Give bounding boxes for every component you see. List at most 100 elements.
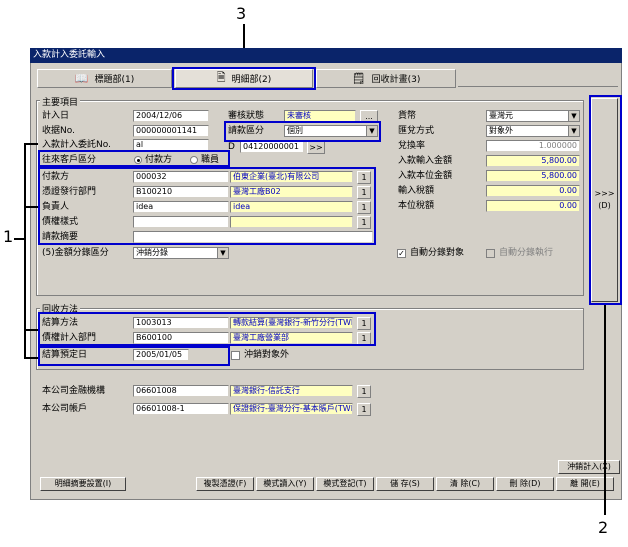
tab-collection-plan-label: 回收計畫(3) — [371, 75, 421, 85]
issuing-dept-name-field: 臺灣工廠B02 — [230, 186, 353, 198]
offset-exclude-label: 沖銷對象外 — [244, 350, 290, 360]
billing-type-label: 請款區分 — [228, 126, 265, 136]
settle-method-code-field[interactable]: 1003013 — [133, 317, 229, 329]
note-field[interactable] — [133, 231, 373, 243]
fx-method-label: 匯兌方式 — [398, 126, 435, 136]
d-code-label: D — [228, 142, 235, 152]
auto-split-exec-checkbox[interactable] — [486, 249, 495, 258]
currency-select[interactable]: 臺灣元 ▼ — [486, 110, 580, 122]
detail-settings-button[interactable]: 明細摘要設置(I) — [40, 477, 126, 491]
settle-method-lookup-button[interactable]: 1 — [357, 317, 371, 330]
main-items-label: 主要項目 — [40, 95, 81, 108]
callout-2: 2 — [598, 518, 609, 537]
claim-dept-name-field: 臺灣工廠營業部 — [230, 332, 353, 344]
radio-payer-label: 付款方 — [145, 155, 173, 165]
fx-rate-field: 1.000000 — [486, 140, 580, 152]
billing-type-select[interactable]: 個別 ▼ — [284, 125, 378, 137]
callout-1-tick-top — [24, 143, 38, 145]
note-label: 請款摘要 — [42, 232, 79, 242]
d-code-button[interactable]: >> — [307, 141, 325, 154]
person-label: 負責人 — [42, 202, 70, 212]
note-icon: 🗒 — [351, 72, 366, 85]
chevron-down-icon: ▼ — [568, 126, 579, 136]
bank-inst-lookup-button[interactable]: 1 — [357, 385, 371, 398]
collection-label: 回收方法 — [40, 302, 81, 315]
side-expand-button[interactable]: >>> (D) — [591, 98, 618, 302]
person-code-field[interactable]: idea — [133, 201, 229, 213]
claim-pattern-label: 債權樣式 — [42, 217, 79, 227]
claim-dept-label: 債權計入部門 — [42, 333, 97, 343]
local-amount-field: 5,800.00 — [486, 170, 580, 182]
tab-detail[interactable]: 🗎 明細部(2) — [175, 69, 313, 88]
tab-strip-rest — [458, 86, 618, 87]
claim-dept-lookup-button[interactable]: 1 — [357, 332, 371, 345]
input-tax-label: 輸入稅額 — [398, 186, 435, 196]
callout-1-bracket — [24, 143, 26, 359]
review-status-field: 未審核 — [284, 110, 356, 122]
commission-no-label: 入款計入委託No. — [42, 140, 111, 150]
currency-value: 臺灣元 — [489, 111, 513, 120]
issuing-dept-code-field[interactable]: B100210 — [133, 186, 229, 198]
chevron-down-icon: ▼ — [217, 248, 228, 258]
claim-dept-code-field[interactable]: B600100 — [133, 332, 229, 344]
claim-pattern-code-field[interactable] — [133, 216, 229, 228]
tab-detail-label: 明細部(2) — [231, 75, 272, 85]
fx-method-select[interactable]: 對象外 ▼ — [486, 125, 580, 137]
entry-date-field[interactable]: 2004/12/06 — [133, 110, 209, 122]
settle-date-label: 結算預定日 — [42, 350, 88, 360]
settle-date-field[interactable]: 2005/01/05 — [133, 349, 189, 361]
issuing-dept-label: 憑證發行部門 — [42, 187, 97, 197]
chevron-down-icon: ▼ — [568, 111, 579, 121]
template-load-button[interactable]: 模式讀入(Y) — [256, 477, 314, 491]
radio-payer[interactable] — [134, 156, 142, 164]
radio-staff-label: 職員 — [201, 155, 220, 165]
payer-lookup-button[interactable]: 1 — [357, 171, 371, 184]
fx-rate-label: 兌換率 — [398, 141, 426, 151]
issuing-dept-lookup-button[interactable]: 1 — [357, 186, 371, 199]
callout-1: 1 — [3, 227, 14, 246]
commission-no-field[interactable]: al — [133, 139, 209, 151]
input-tax-field: 0.00 — [486, 185, 580, 197]
bank-inst-code-field[interactable]: 06601008 — [133, 385, 229, 397]
save-button[interactable]: 儲 存(S) — [376, 477, 434, 491]
tab-header[interactable]: 📖 標題部(1) — [37, 69, 172, 88]
bank-account-name-field: 保證銀行-臺灣分行-基本賬戶(TWD) — [230, 403, 353, 415]
bank-inst-name-field: 臺灣銀行-信託支行 — [230, 385, 353, 397]
window-title: 入款計入委託輸入 — [30, 48, 622, 63]
person-lookup-button[interactable]: 1 — [357, 201, 371, 214]
auto-split-checkbox[interactable]: ✓ — [397, 249, 406, 258]
local-tax-field: 0.00 — [486, 200, 580, 212]
amount-split-value: 沖銷分錄 — [136, 248, 168, 257]
bank-account-code-field[interactable]: 06601008-1 — [133, 403, 229, 415]
entry-date-label: 計入日 — [42, 111, 70, 121]
bank-account-lookup-button[interactable]: 1 — [357, 403, 371, 416]
settle-method-name-field: 轉款結算(臺灣銀行-新竹分行(TWD)) — [230, 317, 353, 329]
payer-label: 付款方 — [42, 172, 70, 182]
offset-entry-button[interactable]: 沖銷計入(X) — [558, 460, 620, 474]
review-status-button[interactable]: ... — [360, 110, 378, 123]
receipt-no-field[interactable]: 000000001141 — [133, 125, 209, 137]
tab-collection-plan[interactable]: 🗒 回收計畫(3) — [316, 69, 456, 88]
person-name-field: idea — [230, 201, 353, 213]
amount-split-select[interactable]: 沖銷分錄 ▼ — [133, 247, 229, 259]
delete-button[interactable]: 刪 除(D) — [496, 477, 554, 491]
auto-split-exec-label: 自動分錄執行 — [499, 248, 554, 258]
d-code-field[interactable]: 04120000001 — [240, 141, 304, 153]
claim-pattern-lookup-button[interactable]: 1 — [357, 216, 371, 229]
auto-split-label: 自動分錄對象 — [410, 248, 465, 258]
offset-exclude-checkbox[interactable] — [231, 351, 240, 360]
clear-button[interactable]: 清 除(C) — [436, 477, 494, 491]
bank-inst-label: 本公司金融機構 — [42, 386, 106, 396]
input-amount-label: 入款輸入金額 — [398, 156, 453, 166]
radio-staff[interactable] — [190, 156, 198, 164]
payer-code-field[interactable]: 000032 — [133, 171, 229, 183]
callout-1-tick-mid — [24, 206, 38, 208]
input-amount-field: 5,800.00 — [486, 155, 580, 167]
template-save-button[interactable]: 模式登記(T) — [316, 477, 374, 491]
fx-method-value: 對象外 — [489, 126, 513, 135]
copy-voucher-button[interactable]: 複製憑證(F) — [196, 477, 254, 491]
billing-type-value: 個別 — [287, 126, 303, 135]
currency-label: 貨幣 — [398, 111, 417, 121]
side-expand-arrows: >>> — [594, 189, 615, 198]
counterparty-type-label: 往來客戶區分 — [42, 155, 97, 165]
